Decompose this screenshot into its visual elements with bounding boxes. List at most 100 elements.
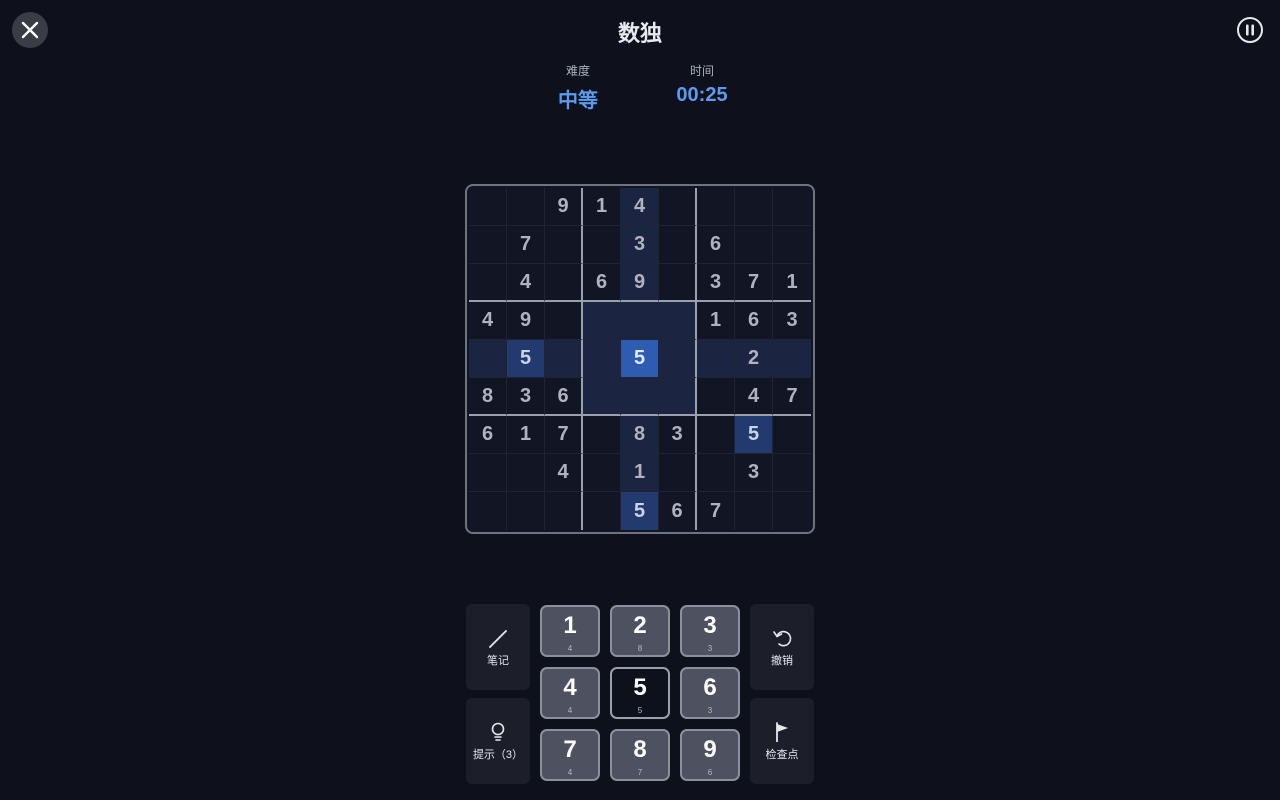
sudoku-cell[interactable]: [735, 492, 773, 530]
sudoku-cell[interactable]: [507, 454, 545, 492]
sudoku-cell[interactable]: [773, 416, 811, 454]
sudoku-cell[interactable]: [659, 226, 697, 264]
sudoku-cell[interactable]: 6: [545, 378, 583, 416]
sudoku-cell[interactable]: 1: [583, 188, 621, 226]
sudoku-cell[interactable]: 3: [621, 226, 659, 264]
sudoku-cell[interactable]: [697, 340, 735, 378]
notes-label: 笔记: [487, 655, 509, 667]
sudoku-cell[interactable]: [773, 226, 811, 264]
sudoku-cell[interactable]: [773, 492, 811, 530]
sudoku-cell[interactable]: 6: [469, 416, 507, 454]
sudoku-cell[interactable]: 5: [507, 340, 545, 378]
sudoku-cell[interactable]: [469, 226, 507, 264]
sudoku-cell[interactable]: [621, 378, 659, 416]
number-button-6[interactable]: 63: [680, 667, 740, 719]
sudoku-cell[interactable]: 3: [507, 378, 545, 416]
sudoku-cell[interactable]: [659, 264, 697, 302]
sudoku-cell[interactable]: [697, 416, 735, 454]
sudoku-cell[interactable]: [697, 188, 735, 226]
sudoku-cell[interactable]: [469, 340, 507, 378]
sudoku-cell[interactable]: [507, 492, 545, 530]
undo-label: 撤销: [771, 655, 793, 667]
sudoku-cell[interactable]: [583, 416, 621, 454]
sudoku-cell[interactable]: 4: [621, 188, 659, 226]
sudoku-cell[interactable]: 7: [697, 492, 735, 530]
sudoku-cell[interactable]: [697, 454, 735, 492]
sudoku-cell[interactable]: 5: [735, 416, 773, 454]
sudoku-cell[interactable]: [583, 340, 621, 378]
sudoku-cell[interactable]: 7: [507, 226, 545, 264]
sudoku-cell[interactable]: 7: [773, 378, 811, 416]
number-button-9[interactable]: 96: [680, 729, 740, 781]
sudoku-cell[interactable]: 1: [507, 416, 545, 454]
sudoku-cell[interactable]: 6: [583, 264, 621, 302]
sudoku-cell[interactable]: [507, 188, 545, 226]
number-button-4[interactable]: 44: [540, 667, 600, 719]
sudoku-cell[interactable]: [545, 340, 583, 378]
sudoku-cell[interactable]: [545, 226, 583, 264]
sudoku-cell[interactable]: [735, 188, 773, 226]
sudoku-cell[interactable]: 1: [621, 454, 659, 492]
sudoku-cell[interactable]: 4: [469, 302, 507, 340]
sudoku-cell[interactable]: 5: [621, 492, 659, 530]
number-button-7[interactable]: 74: [540, 729, 600, 781]
sudoku-cell[interactable]: 4: [735, 378, 773, 416]
number-button-1[interactable]: 14: [540, 605, 600, 657]
sudoku-cell[interactable]: 9: [507, 302, 545, 340]
sudoku-cell[interactable]: [469, 454, 507, 492]
sudoku-cell[interactable]: [659, 302, 697, 340]
sudoku-cell[interactable]: 2: [735, 340, 773, 378]
sudoku-cell[interactable]: 4: [545, 454, 583, 492]
number-button-2[interactable]: 28: [610, 605, 670, 657]
checkpoint-button[interactable]: 检查点: [750, 698, 814, 784]
sudoku-cell[interactable]: [583, 226, 621, 264]
sudoku-cell[interactable]: 6: [735, 302, 773, 340]
sudoku-cell[interactable]: [469, 492, 507, 530]
sudoku-cell[interactable]: 1: [773, 264, 811, 302]
sudoku-cell[interactable]: 3: [773, 302, 811, 340]
sudoku-cell[interactable]: [773, 188, 811, 226]
sudoku-cell[interactable]: [583, 492, 621, 530]
sudoku-cell[interactable]: 6: [697, 226, 735, 264]
sudoku-cell[interactable]: 3: [659, 416, 697, 454]
sudoku-cell[interactable]: 8: [621, 416, 659, 454]
sudoku-cell[interactable]: [773, 340, 811, 378]
difficulty-value: 中等: [558, 90, 598, 112]
sudoku-cell[interactable]: [659, 378, 697, 416]
sudoku-cell[interactable]: [469, 188, 507, 226]
sudoku-cell[interactable]: [583, 378, 621, 416]
number-button-8[interactable]: 87: [610, 729, 670, 781]
sudoku-cell[interactable]: [659, 454, 697, 492]
sudoku-cell[interactable]: 3: [697, 264, 735, 302]
difficulty-label: 难度: [565, 64, 590, 78]
sudoku-cell[interactable]: [621, 302, 659, 340]
sudoku-cell[interactable]: [697, 378, 735, 416]
hint-button[interactable]: 提示（3）: [466, 698, 530, 784]
sudoku-cell[interactable]: 9: [621, 264, 659, 302]
sudoku-cell[interactable]: 4: [507, 264, 545, 302]
sudoku-cell[interactable]: 8: [469, 378, 507, 416]
sudoku-cell[interactable]: 6: [659, 492, 697, 530]
sudoku-cell[interactable]: 3: [735, 454, 773, 492]
pause-icon[interactable]: [1236, 16, 1264, 44]
sudoku-cell[interactable]: [583, 302, 621, 340]
sudoku-cell[interactable]: [583, 454, 621, 492]
sudoku-cell[interactable]: 9: [545, 188, 583, 226]
sudoku-cell[interactable]: [545, 302, 583, 340]
number-remaining-count: 4: [567, 644, 573, 653]
sudoku-cell[interactable]: [545, 264, 583, 302]
sudoku-cell[interactable]: [545, 492, 583, 530]
number-button-3[interactable]: 33: [680, 605, 740, 657]
sudoku-cell[interactable]: [659, 188, 697, 226]
sudoku-cell[interactable]: [773, 454, 811, 492]
sudoku-cell[interactable]: 7: [545, 416, 583, 454]
undo-button[interactable]: 撤销: [750, 604, 814, 690]
notes-button[interactable]: 笔记: [466, 604, 530, 690]
sudoku-cell[interactable]: 1: [697, 302, 735, 340]
sudoku-cell[interactable]: 5: [621, 340, 659, 378]
sudoku-cell[interactable]: [735, 226, 773, 264]
sudoku-cell[interactable]: [659, 340, 697, 378]
number-button-5[interactable]: 55: [610, 667, 670, 719]
sudoku-cell[interactable]: [469, 264, 507, 302]
sudoku-cell[interactable]: 7: [735, 264, 773, 302]
